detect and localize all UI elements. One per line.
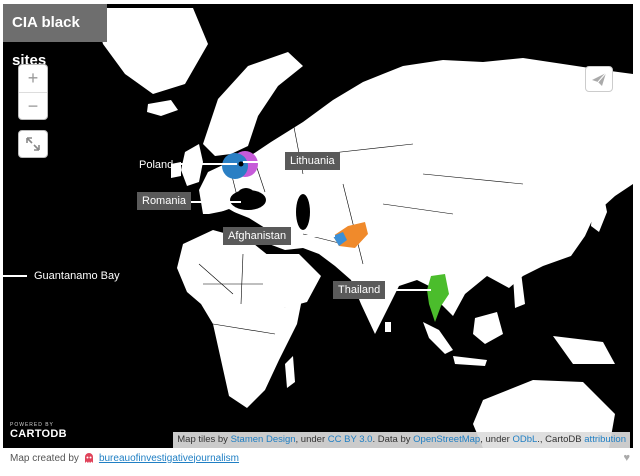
attribution-text-2: , under	[295, 434, 328, 445]
paper-plane-icon	[592, 72, 607, 86]
zoom-in-button[interactable]: +	[19, 65, 47, 92]
attribution-link-odbl[interactable]: ODbL	[512, 434, 537, 445]
ghost-avatar-icon	[84, 453, 93, 463]
cartodb-logo[interactable]: POWERED BY CARTODB	[10, 422, 67, 440]
land-britain	[181, 144, 203, 186]
map-canvas[interactable]: Poland Lithuania Romania Afghanistan Gua…	[3, 4, 633, 448]
share-button[interactable]	[585, 66, 613, 92]
thailand-shape	[427, 274, 449, 322]
romania-marker	[236, 188, 256, 208]
attribution-link-stamen[interactable]: Stamen Design	[231, 434, 296, 445]
attribution-text-5: ., CartoDB	[537, 434, 585, 445]
site-label-lithuania[interactable]: Lithuania	[285, 152, 340, 170]
attribution-text-4: , under	[480, 434, 513, 445]
leader-thailand	[385, 289, 431, 291]
cartodb-wordmark: CARTODB	[10, 428, 67, 440]
map-attribution: Map tiles by Stamen Design, under CC BY …	[173, 432, 630, 448]
leader-afghanistan	[297, 235, 335, 237]
site-label-guantanamo-bay[interactable]: Guantanamo Bay	[29, 267, 125, 285]
map-footer: Map created by bureauofinvestigativejour…	[10, 452, 239, 464]
site-label-thailand[interactable]: Thailand	[333, 281, 386, 299]
land-sumatra	[423, 322, 453, 354]
poland-marker	[222, 153, 248, 179]
attribution-link-license[interactable]: CC BY 3.0	[328, 434, 373, 445]
map-title: CIA black sites	[3, 4, 107, 69]
land-java	[453, 356, 487, 366]
site-label-poland[interactable]: Poland	[134, 156, 178, 174]
site-label-romania[interactable]: Romania	[137, 192, 192, 210]
attribution-link-cartodb[interactable]: attribution	[584, 434, 626, 445]
powered-by-text: POWERED BY	[10, 422, 54, 428]
land-iceland	[147, 100, 178, 116]
footer-prefix: Map created by	[10, 452, 79, 464]
land-philippines	[513, 272, 525, 308]
leader-poland	[179, 163, 237, 165]
land-srilanka	[385, 322, 391, 332]
land-greenland	[93, 8, 208, 94]
expand-icon	[26, 137, 40, 151]
fullscreen-button[interactable]	[18, 130, 48, 158]
attribution-text-1: Map tiles by	[177, 434, 231, 445]
heart-icon[interactable]: ♥	[623, 452, 630, 464]
leader-romania	[191, 201, 241, 203]
leader-lithuania	[243, 161, 289, 163]
land-newguinea	[553, 336, 615, 364]
basemap	[93, 8, 633, 448]
site-label-afghanistan[interactable]: Afghanistan	[223, 227, 292, 245]
land-borneo	[473, 312, 503, 344]
leader-guantanamo	[3, 275, 27, 277]
zoom-out-button[interactable]: −	[19, 93, 47, 120]
attribution-text-3: . Data by	[372, 434, 414, 445]
zoom-control: + −	[18, 64, 48, 120]
attribution-link-osm[interactable]: OpenStreetMap	[413, 434, 480, 445]
author-link[interactable]: bureauofinvestigativejournalism	[99, 453, 239, 464]
caspian-sea	[296, 194, 310, 230]
land-madagascar	[285, 356, 295, 388]
